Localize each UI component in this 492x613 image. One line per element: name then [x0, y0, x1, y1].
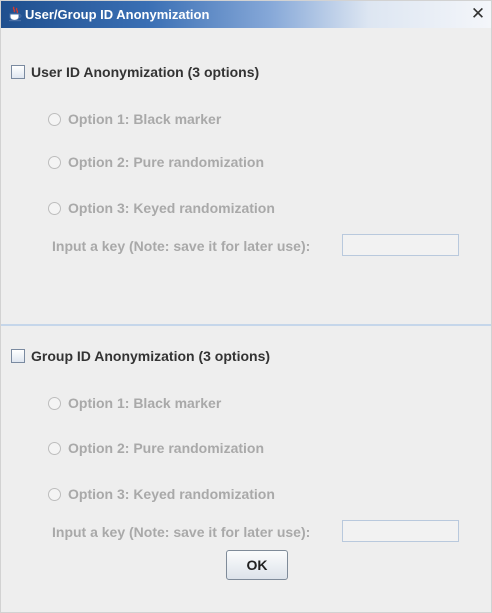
user-id-anonymization-checkbox[interactable]: [11, 65, 25, 79]
group-key-label: Input a key (Note: save it for later use…: [52, 524, 311, 540]
user-option-1-label: Option 1: Black marker: [68, 111, 222, 127]
close-icon[interactable]: ✕: [469, 3, 487, 25]
group-id-panel: Group ID Anonymization (3 options) Optio…: [1, 326, 491, 612]
group-option-1-radio[interactable]: [48, 396, 61, 410]
user-option-1-radio-row[interactable]: Option 1: Black marker: [48, 109, 221, 129]
group-option-1-label: Option 1: Black marker: [68, 395, 222, 411]
group-id-anonymization-checkbox-row[interactable]: Group ID Anonymization (3 options): [11, 346, 270, 366]
user-id-panel: User ID Anonymization (3 options) Option…: [1, 28, 491, 326]
user-option-2-label: Option 2: Pure randomization: [68, 154, 265, 170]
group-option-3-radio[interactable]: [48, 487, 61, 501]
user-option-3-radio-row[interactable]: Option 3: Keyed randomization: [48, 198, 275, 218]
dialog-window: User/Group ID Anonymization ✕ User ID An…: [0, 0, 492, 613]
group-option-2-radio[interactable]: [48, 441, 61, 455]
ok-button[interactable]: OK: [226, 550, 288, 580]
user-key-label: Input a key (Note: save it for later use…: [52, 238, 311, 254]
group-key-input[interactable]: [342, 520, 459, 542]
title-bar[interactable]: User/Group ID Anonymization ✕: [1, 1, 491, 28]
user-option-2-radio[interactable]: [48, 155, 61, 169]
user-option-3-radio[interactable]: [48, 201, 61, 215]
group-option-3-radio-row[interactable]: Option 3: Keyed randomization: [48, 484, 275, 504]
user-key-input[interactable]: [342, 234, 459, 256]
user-id-anonymization-label: User ID Anonymization (3 options): [31, 64, 260, 80]
group-option-2-radio-row[interactable]: Option 2: Pure randomization: [48, 438, 264, 458]
group-option-2-label: Option 2: Pure randomization: [68, 440, 265, 456]
group-id-anonymization-checkbox[interactable]: [11, 349, 25, 363]
group-id-anonymization-label: Group ID Anonymization (3 options): [31, 348, 271, 364]
window-title: User/Group ID Anonymization: [25, 7, 210, 22]
group-option-3-label: Option 3: Keyed randomization: [68, 486, 275, 502]
user-option-3-label: Option 3: Keyed randomization: [68, 200, 275, 216]
group-option-1-radio-row[interactable]: Option 1: Black marker: [48, 393, 221, 413]
user-option-2-radio-row[interactable]: Option 2: Pure randomization: [48, 152, 264, 172]
user-id-anonymization-checkbox-row[interactable]: User ID Anonymization (3 options): [11, 62, 259, 82]
java-cup-icon: [9, 6, 22, 22]
user-option-1-radio[interactable]: [48, 112, 61, 126]
